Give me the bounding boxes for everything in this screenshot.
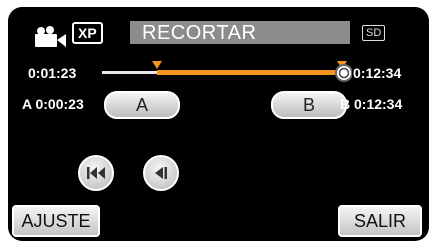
set-point-a-button[interactable]: A xyxy=(104,91,180,119)
skip-to-start-icon xyxy=(87,167,105,179)
playhead-handle xyxy=(335,64,352,82)
salir-button[interactable]: SALIR xyxy=(338,205,422,237)
current-time: 0:01:23 xyxy=(28,65,77,81)
camera-screen: XP RECORTAR SD 0:01:23 0:12:34 A 0:00:23… xyxy=(8,7,429,241)
point-a-time: A 0:00:23 xyxy=(22,96,84,112)
skip-back-button[interactable] xyxy=(78,155,114,191)
timeline-selection xyxy=(157,70,342,75)
frame-back-icon xyxy=(155,167,167,179)
movie-camera-icon xyxy=(35,26,66,47)
quality-badge: XP xyxy=(72,22,103,44)
page-title: RECORTAR xyxy=(142,22,257,44)
media-badge: SD xyxy=(362,25,386,41)
total-time: 0:12:34 xyxy=(353,65,402,81)
title-bar: RECORTAR xyxy=(130,21,350,44)
timeline-slider[interactable] xyxy=(102,59,352,87)
frame-back-button[interactable] xyxy=(143,155,179,191)
ajuste-button[interactable]: AJUSTE xyxy=(12,205,100,237)
point-b-time: B 0:12:34 xyxy=(340,96,403,112)
set-point-b-button[interactable]: B xyxy=(271,91,347,119)
marker-a-icon xyxy=(152,61,162,69)
